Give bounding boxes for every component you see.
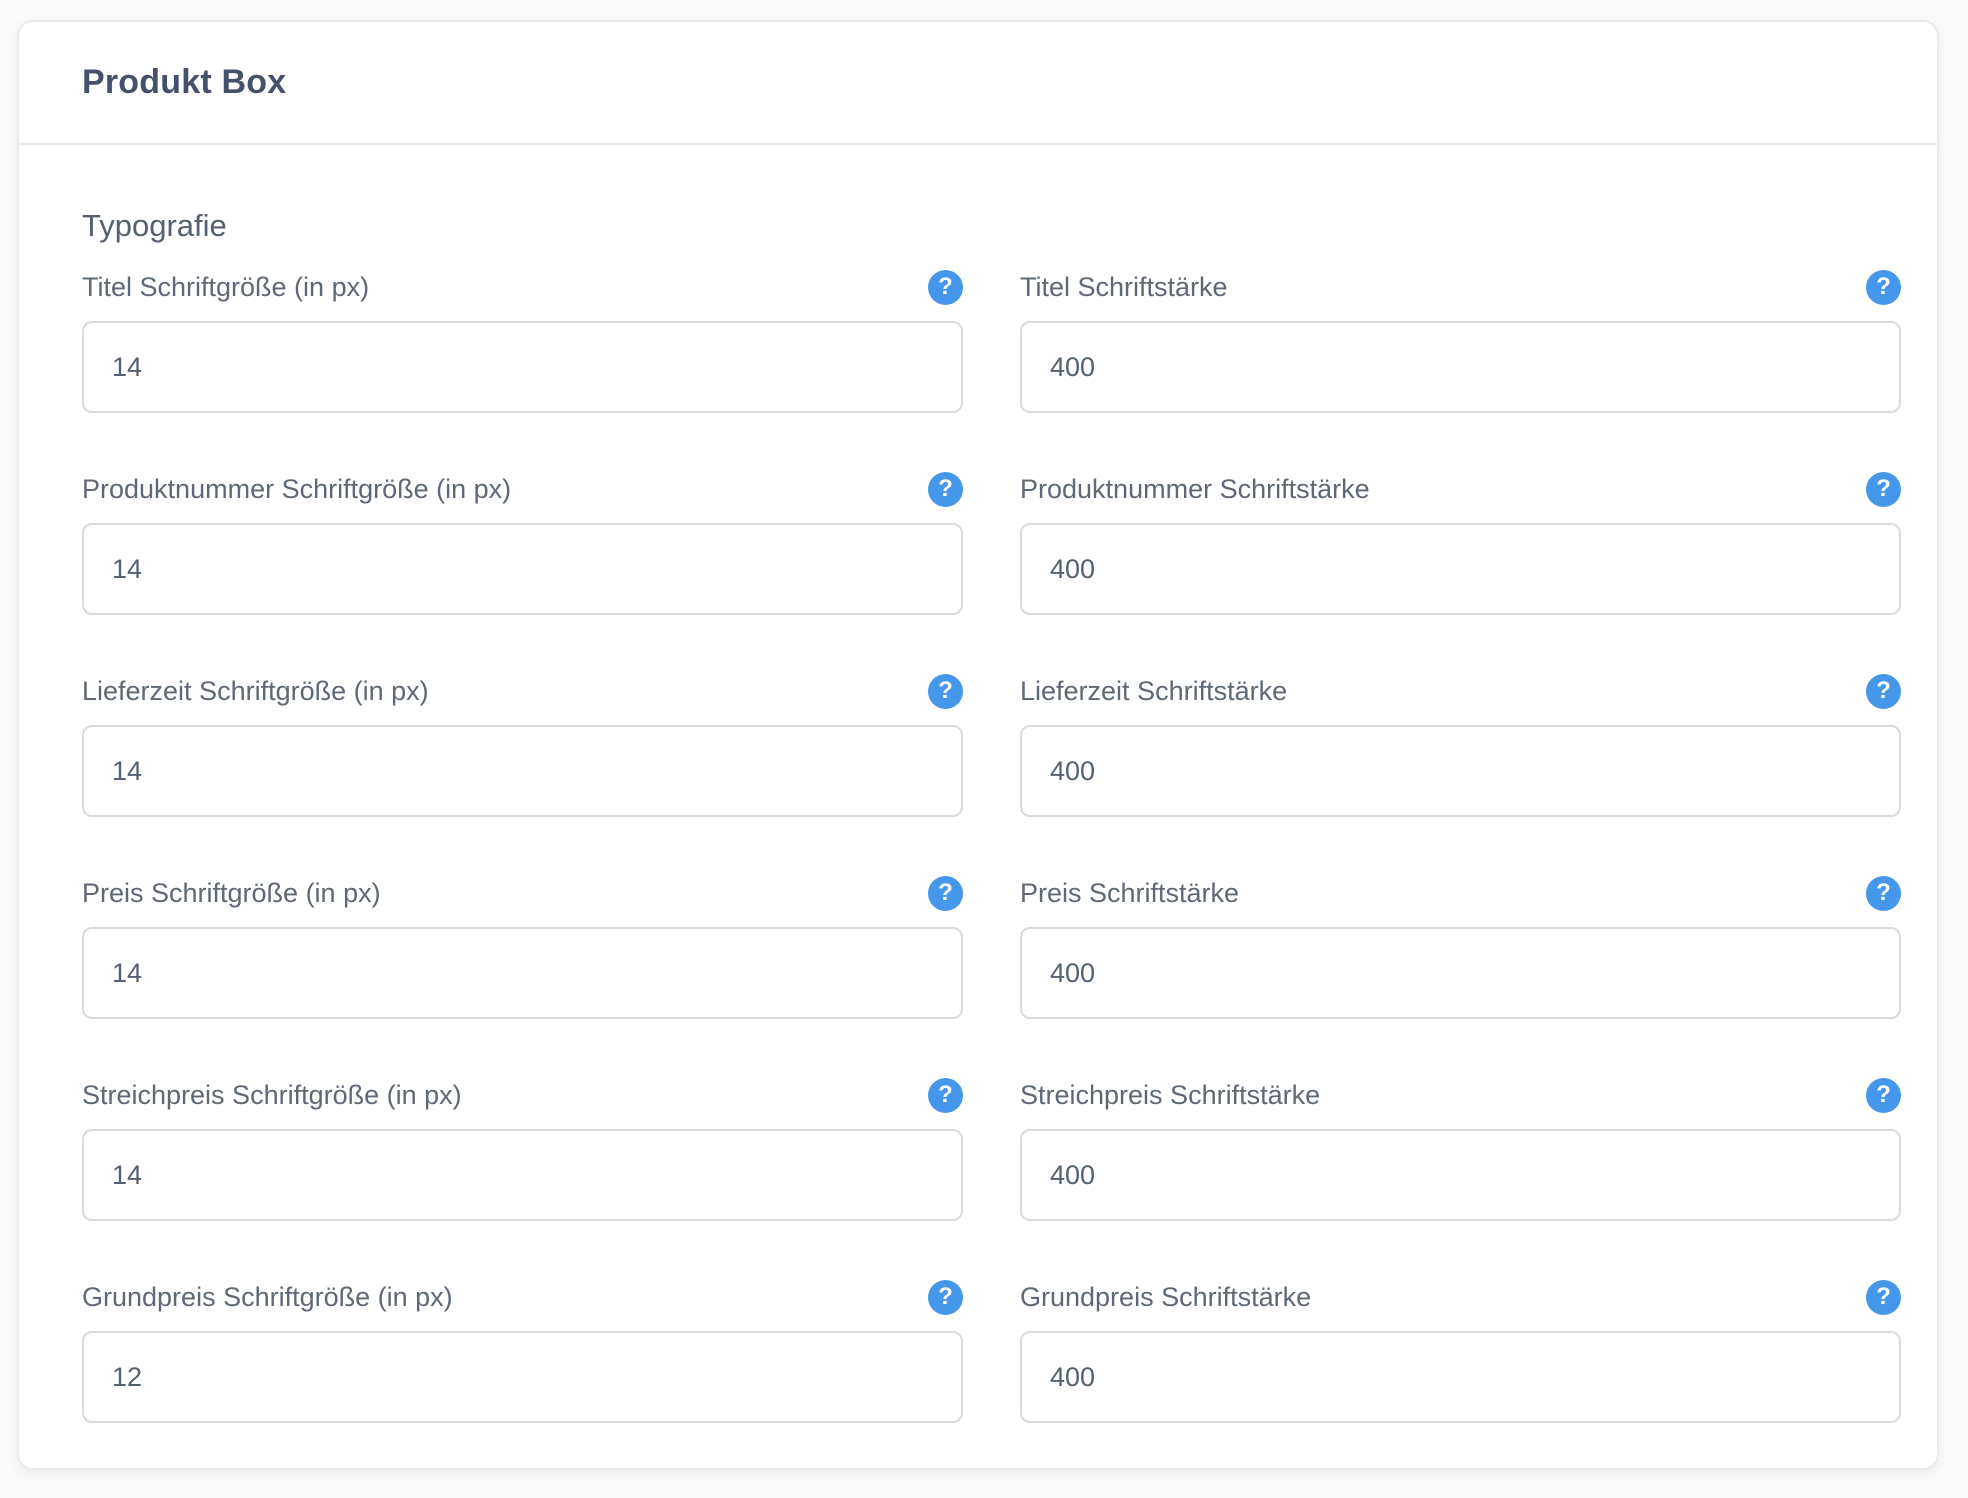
help-icon[interactable]: ? [1866,270,1901,305]
label-row: Lieferzeit Schriftgröße (in px) ? [82,673,963,709]
label-row: Titel Schriftgröße (in px) ? [82,269,963,305]
input-produktnummer-schriftstaerke[interactable] [1020,523,1901,615]
field-grundpreis-schriftgroesse: Grundpreis Schriftgröße (in px) ? [82,1279,963,1423]
field-preis-schriftstaerke: Preis Schriftstärke ? [1020,875,1901,1019]
help-icon[interactable]: ? [928,472,963,507]
field-label: Preis Schriftstärke [1020,878,1239,909]
input-lieferzeit-schriftgroesse[interactable] [82,725,963,817]
label-row: Streichpreis Schriftstärke ? [1020,1077,1901,1113]
label-row: Produktnummer Schriftgröße (in px) ? [82,471,963,507]
input-streichpreis-schriftgroesse[interactable] [82,1129,963,1221]
input-preis-schriftstaerke[interactable] [1020,927,1901,1019]
field-label: Lieferzeit Schriftgröße (in px) [82,676,429,707]
help-icon[interactable]: ? [928,1078,963,1113]
card-title: Produkt Box [82,63,286,102]
input-produktnummer-schriftgroesse[interactable] [82,523,963,615]
field-streichpreis-schriftstaerke: Streichpreis Schriftstärke ? [1020,1077,1901,1221]
field-lieferzeit-schriftstaerke: Lieferzeit Schriftstärke ? [1020,673,1901,817]
card-body: Typografie Titel Schriftgröße (in px) ? … [19,145,1937,1423]
help-icon[interactable]: ? [928,1280,963,1315]
field-titel-schriftgroesse: Titel Schriftgröße (in px) ? [82,269,963,413]
input-lieferzeit-schriftstaerke[interactable] [1020,725,1901,817]
label-row: Titel Schriftstärke ? [1020,269,1901,305]
help-icon[interactable]: ? [928,270,963,305]
help-icon[interactable]: ? [1866,1078,1901,1113]
typografie-form-grid: Titel Schriftgröße (in px) ? Titel Schri… [82,269,1901,1423]
input-preis-schriftgroesse[interactable] [82,927,963,1019]
field-label: Titel Schriftstärke [1020,272,1228,303]
produkt-box-card: Produkt Box Typografie Titel Schriftgröß… [17,20,1939,1470]
field-grundpreis-schriftstaerke: Grundpreis Schriftstärke ? [1020,1279,1901,1423]
card-header: Produkt Box [19,22,1937,145]
field-preis-schriftgroesse: Preis Schriftgröße (in px) ? [82,875,963,1019]
field-titel-schriftstaerke: Titel Schriftstärke ? [1020,269,1901,413]
input-grundpreis-schriftgroesse[interactable] [82,1331,963,1423]
field-label: Preis Schriftgröße (in px) [82,878,381,909]
input-titel-schriftstaerke[interactable] [1020,321,1901,413]
field-streichpreis-schriftgroesse: Streichpreis Schriftgröße (in px) ? [82,1077,963,1221]
field-label: Grundpreis Schriftstärke [1020,1282,1311,1313]
field-label: Produktnummer Schriftstärke [1020,474,1370,505]
help-icon[interactable]: ? [1866,876,1901,911]
field-label: Titel Schriftgröße (in px) [82,272,369,303]
input-titel-schriftgroesse[interactable] [82,321,963,413]
field-label: Streichpreis Schriftstärke [1020,1080,1320,1111]
help-icon[interactable]: ? [1866,674,1901,709]
label-row: Grundpreis Schriftstärke ? [1020,1279,1901,1315]
help-icon[interactable]: ? [1866,1280,1901,1315]
field-label: Streichpreis Schriftgröße (in px) [82,1080,462,1111]
field-label: Grundpreis Schriftgröße (in px) [82,1282,453,1313]
section-title-typografie: Typografie [82,208,1901,244]
label-row: Preis Schriftstärke ? [1020,875,1901,911]
input-streichpreis-schriftstaerke[interactable] [1020,1129,1901,1221]
help-icon[interactable]: ? [928,876,963,911]
field-produktnummer-schriftstaerke: Produktnummer Schriftstärke ? [1020,471,1901,615]
page: { "card": { "title": "Produkt Box", "sec… [0,0,1968,1498]
input-grundpreis-schriftstaerke[interactable] [1020,1331,1901,1423]
help-icon[interactable]: ? [928,674,963,709]
label-row: Grundpreis Schriftgröße (in px) ? [82,1279,963,1315]
field-produktnummer-schriftgroesse: Produktnummer Schriftgröße (in px) ? [82,471,963,615]
field-label: Lieferzeit Schriftstärke [1020,676,1287,707]
help-icon[interactable]: ? [1866,472,1901,507]
label-row: Streichpreis Schriftgröße (in px) ? [82,1077,963,1113]
field-lieferzeit-schriftgroesse: Lieferzeit Schriftgröße (in px) ? [82,673,963,817]
label-row: Produktnummer Schriftstärke ? [1020,471,1901,507]
field-label: Produktnummer Schriftgröße (in px) [82,474,511,505]
label-row: Preis Schriftgröße (in px) ? [82,875,963,911]
label-row: Lieferzeit Schriftstärke ? [1020,673,1901,709]
